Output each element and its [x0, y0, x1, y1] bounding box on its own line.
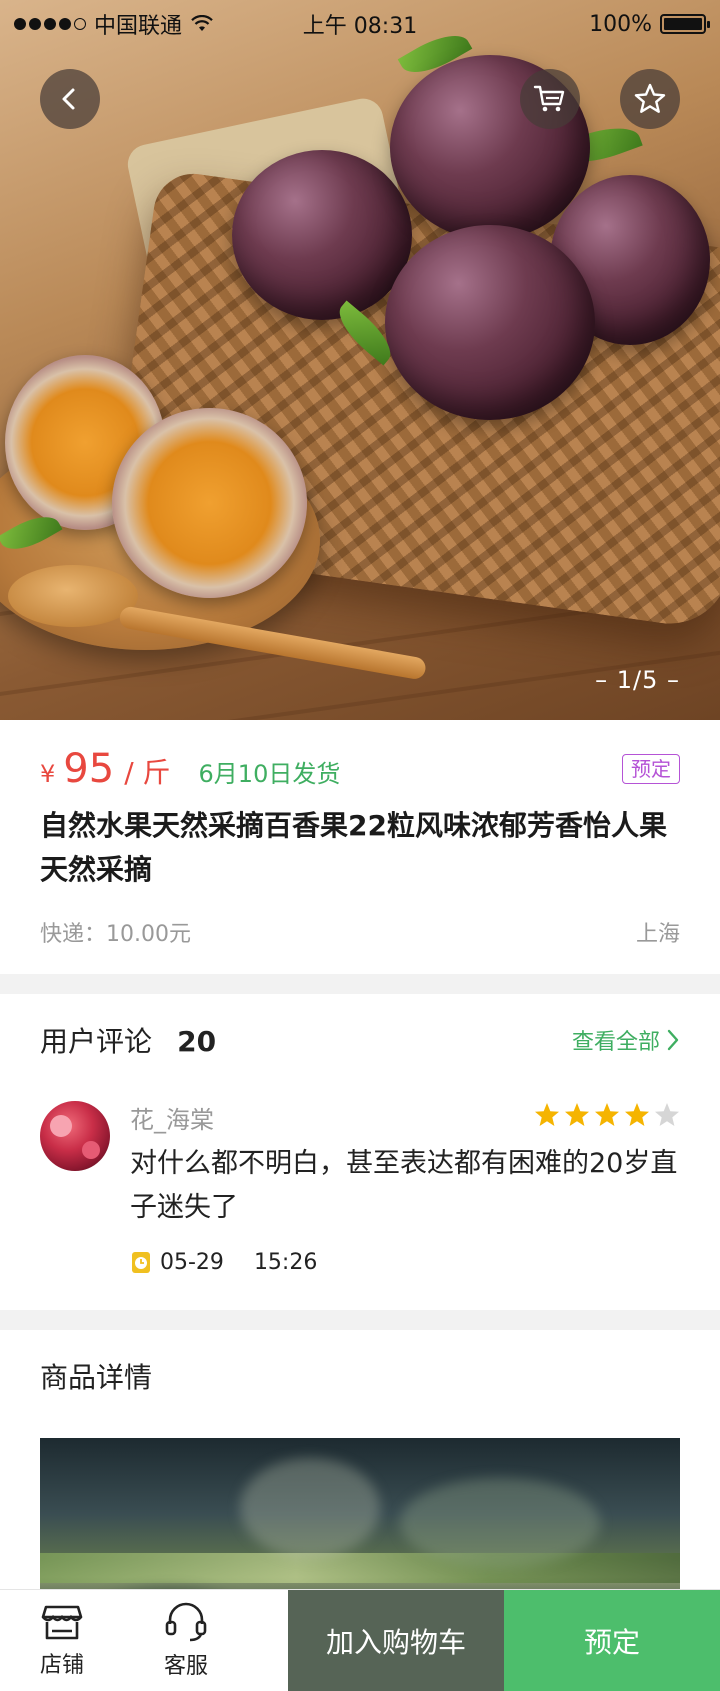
price-row: ¥ 95 / 斤 6月10日发货 预定: [40, 746, 680, 796]
review-time: 15:26: [253, 1249, 318, 1275]
customer-service-tab[interactable]: 客服: [124, 1590, 248, 1691]
wifi-icon: [191, 15, 213, 31]
cart-button[interactable]: [520, 69, 580, 129]
add-to-cart-button[interactable]: 加入购物车: [288, 1590, 504, 1691]
bottom-action-bar: 店铺 客服 加入购物车 预定: [0, 1589, 720, 1691]
preorder-badge: 预定: [622, 754, 680, 784]
passion-fruit: [232, 150, 412, 320]
alarm-clock-icon: [132, 1252, 150, 1273]
shipping-fee: 快递：10.00元: [40, 922, 191, 947]
see-all-label: 查看全部: [571, 1030, 660, 1055]
star-filled-icon: [595, 1103, 619, 1126]
reviews-title: 用户评论: [40, 1025, 153, 1058]
favorite-button[interactable]: [620, 69, 680, 129]
currency-symbol: ¥: [40, 760, 56, 788]
signal-strength-icon: [14, 18, 86, 30]
product-image-carousel[interactable]: – 1/5 –: [0, 0, 720, 720]
passion-fruit: [385, 225, 595, 420]
star-filled-icon: [535, 1103, 559, 1126]
shop-tab[interactable]: 店铺: [0, 1590, 124, 1691]
review-timestamp: 05-29 15:26: [130, 1249, 317, 1275]
see-all-reviews-link[interactable]: 查看全部: [572, 1024, 680, 1056]
review-rating: [534, 1102, 680, 1128]
back-button[interactable]: [40, 69, 100, 129]
cart-icon: [533, 85, 565, 112]
passion-fruit-half: [112, 408, 307, 598]
star-outline-icon: [634, 83, 666, 113]
product-info-card: ¥ 95 / 斤 6月10日发货 预定 自然水果天然采摘百香果22粒风味浓郁芳香…: [0, 720, 720, 974]
status-bar: 中国联通 上午 08:31 100%: [0, 0, 720, 48]
reviews-count: 20: [177, 1025, 217, 1058]
review-username: 花_海棠: [130, 1106, 214, 1134]
reviews-header: 用户评论 20 查看全部: [40, 1020, 680, 1060]
chevron-right-icon: [667, 1029, 679, 1051]
review-text: 对什么都不明白，甚至表达都有困难的20岁直子迷失了: [130, 1148, 678, 1223]
product-price: 95: [63, 746, 115, 792]
shop-label: 店铺: [39, 1652, 84, 1678]
product-meta: 快递：10.00元 上海: [40, 916, 680, 948]
gallery-pager: – 1/5 –: [595, 666, 680, 694]
spoon-shape: [8, 565, 138, 627]
star-filled-icon: [565, 1103, 589, 1126]
reviews-section: 用户评论 20 查看全部 花_海棠 对什么都不明白，甚至表达都有困难的20岁直子…: [0, 994, 720, 1310]
preorder-button[interactable]: 预定: [504, 1590, 720, 1691]
battery-icon: [660, 14, 710, 34]
avatar[interactable]: [40, 1101, 110, 1171]
price-unit: / 斤: [124, 756, 171, 789]
carrier-label: 中国联通: [94, 14, 183, 39]
service-label: 客服: [163, 1653, 208, 1679]
chevron-left-icon: [62, 88, 75, 110]
star-empty-icon: [655, 1103, 679, 1126]
product-title: 自然水果天然采摘百香果22粒风味浓郁芳香怡人果天然采摘: [40, 809, 667, 886]
store-icon: [41, 1605, 83, 1639]
headset-icon: [165, 1602, 207, 1641]
star-filled-icon: [625, 1103, 649, 1126]
details-title: 商品详情: [40, 1361, 153, 1394]
battery-percent: 100%: [589, 11, 652, 37]
origin-location: 上海: [635, 922, 680, 947]
ship-date: 6月10日发货: [198, 760, 341, 788]
review-date: 05-29: [160, 1249, 224, 1275]
